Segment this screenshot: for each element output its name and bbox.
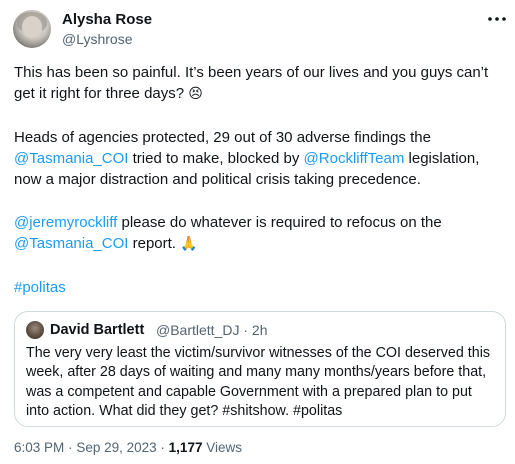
tweet-paragraph-1: This has been so painful. It’s been year… bbox=[14, 62, 506, 106]
quoted-tweet-card[interactable]: David Bartlett @Bartlett_DJ · 2h The ver… bbox=[14, 311, 506, 427]
views-label: Views bbox=[206, 440, 243, 455]
tweet-date[interactable]: Sep 29, 2023 bbox=[76, 440, 156, 455]
tweet-text: tried to make, blocked by bbox=[132, 150, 300, 168]
quoted-tweet-text: The very very least the victim/survivor … bbox=[26, 345, 491, 420]
mention-link-rockliffteam[interactable]: @RockliffTeam bbox=[304, 150, 405, 167]
tweet-body: This has been so painful. It’s been year… bbox=[14, 62, 506, 298]
quoted-author-meta: @Bartlett_DJ · 2h bbox=[156, 321, 268, 339]
mention-link-jeremyrockliff[interactable]: @jeremyrockliff bbox=[14, 214, 117, 231]
tweet-paragraph-3: @jeremyrockliff please do whatever is re… bbox=[14, 212, 506, 256]
folded-hands-emoji: 🙏 bbox=[180, 236, 198, 253]
tweet-text: please do whatever is required to refocu… bbox=[121, 214, 442, 232]
footer-separator: · bbox=[160, 440, 165, 455]
quoted-author-handle[interactable]: @Bartlett_DJ bbox=[156, 322, 239, 338]
persevering-face-emoji: 😣 bbox=[188, 86, 203, 103]
mention-link-tasmania-coi[interactable]: @Tasmania_COI bbox=[14, 235, 128, 252]
quoted-author-avatar[interactable] bbox=[26, 321, 44, 339]
avatar-face bbox=[22, 16, 42, 38]
more-horizontal-icon[interactable] bbox=[487, 12, 507, 26]
author-handle[interactable]: @Lyshrose bbox=[62, 31, 133, 48]
author-name[interactable]: Alysha Rose bbox=[62, 11, 152, 29]
tweet-text: Heads of agencies protected, 29 out of 3… bbox=[14, 128, 431, 146]
tweet-time[interactable]: 6:03 PM bbox=[14, 440, 64, 455]
tweet-header: Alysha Rose @Lyshrose bbox=[0, 0, 515, 56]
tweet-footer: 6:03 PM · Sep 29, 2023 · 1,177 Views bbox=[14, 440, 242, 456]
mention-link-tasmania-coi[interactable]: @Tasmania_COI bbox=[14, 150, 128, 167]
quoted-author-name[interactable]: David Bartlett bbox=[50, 321, 144, 339]
footer-separator: · bbox=[68, 440, 73, 455]
hashtag-link-politas[interactable]: #politas bbox=[14, 279, 66, 296]
tweet-text: report. bbox=[132, 235, 176, 253]
tweet-paragraph-4: #politas bbox=[14, 277, 506, 298]
tweet-text: This has been so painful. It’s been year… bbox=[14, 64, 489, 103]
views-count: 1,177 bbox=[168, 440, 203, 455]
meta-separator: · bbox=[243, 322, 249, 338]
quoted-tweet-time[interactable]: 2h bbox=[252, 322, 268, 338]
tweet-paragraph-2: Heads of agencies protected, 29 out of 3… bbox=[14, 127, 506, 191]
author-avatar[interactable] bbox=[13, 10, 51, 48]
